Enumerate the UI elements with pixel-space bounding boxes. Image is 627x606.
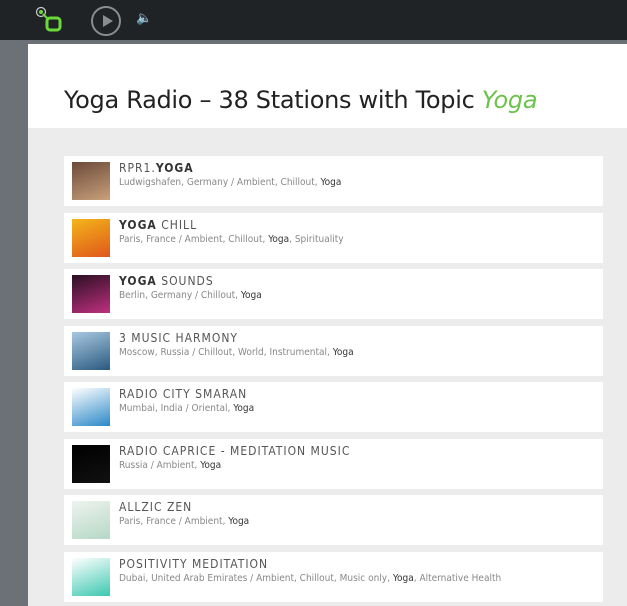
- station-item[interactable]: YOGA SOUNDS Berlin, Germany / Chillout, …: [64, 269, 603, 319]
- name-part: ALLZIC ZEN: [119, 500, 193, 514]
- station-item[interactable]: RPR1.YOGA Ludwigshafen, Germany / Ambien…: [64, 156, 603, 206]
- topic-tag[interactable]: Yoga: [233, 403, 254, 414]
- name-part: RADIO CITY SMARAN: [119, 387, 248, 401]
- station-logo[interactable]: [72, 162, 110, 200]
- station-name[interactable]: YOGA CHILL: [119, 218, 197, 232]
- topic-tag[interactable]: Yoga: [268, 234, 289, 245]
- name-part: RADIO CAPRICE - MEDITATION MUSIC: [119, 443, 351, 458]
- meta-text: Berlin, Germany / Chillout,: [119, 290, 241, 301]
- station-logo[interactable]: [72, 501, 110, 539]
- meta-text: Russia / Ambient,: [119, 459, 201, 471]
- radio-logo-icon[interactable]: [35, 5, 65, 35]
- topic-tag[interactable]: Yoga: [200, 460, 221, 471]
- station-meta: Moscow, Russia / Chillout, World, Instru…: [119, 347, 354, 358]
- name-part: SOUNDS: [156, 274, 214, 288]
- meta-text: , Spirituality: [289, 233, 344, 245]
- station-logo[interactable]: [72, 557, 110, 596]
- station-item[interactable]: RADIO CITY SMARAN Mumbai, India / Orient…: [64, 382, 603, 432]
- name-part: POSITIVITY MEDITATION: [119, 556, 269, 571]
- station-logo[interactable]: [72, 218, 110, 257]
- station-item[interactable]: POSITIVITY MEDITATION Dubai, United Arab…: [64, 551, 603, 602]
- station-name[interactable]: RADIO CITY SMARAN: [119, 387, 247, 401]
- topic-tag[interactable]: Yoga: [320, 177, 341, 188]
- main-content: Yoga Radio – 38 Stations with Topic Yoga…: [28, 44, 627, 606]
- title-topic: Yoga: [481, 86, 538, 114]
- station-meta: Paris, France / Ambient, Yoga: [119, 516, 249, 527]
- page-title: Yoga Radio – 38 Stations with Topic Yoga: [64, 86, 538, 114]
- station-item[interactable]: YOGA CHILL Paris, France / Ambient, Chil…: [64, 212, 603, 263]
- meta-text: Paris, France / Ambient, Chillout,: [119, 233, 269, 245]
- station-logo[interactable]: [72, 331, 110, 370]
- topic-tag[interactable]: Yoga: [393, 573, 414, 584]
- topic-tag[interactable]: Yoga: [241, 290, 262, 301]
- name-part: CHILL: [156, 217, 198, 232]
- meta-text: Dubai, United Arab Emirates / Ambient, C…: [119, 572, 393, 584]
- title-text: Yoga Radio – 38 Stations with Topic: [64, 86, 482, 114]
- station-meta: Mumbai, India / Oriental, Yoga: [119, 403, 254, 414]
- meta-text: Ludwigshafen, Germany / Ambient, Chillou…: [119, 177, 321, 188]
- name-part: RPR1.: [119, 161, 156, 175]
- name-highlight: YOGA: [119, 274, 157, 288]
- station-item[interactable]: RADIO CAPRICE - MEDITATION MUSIC Russia …: [64, 438, 603, 489]
- station-name[interactable]: RPR1.YOGA: [119, 161, 194, 175]
- station-name[interactable]: POSITIVITY MEDITATION: [119, 557, 268, 571]
- station-meta: Paris, France / Ambient, Chillout, Yoga,…: [119, 234, 344, 245]
- station-item[interactable]: ALLZIC ZEN Paris, France / Ambient, Yoga: [64, 495, 603, 545]
- station-name[interactable]: 3 MUSIC HARMONY: [119, 331, 238, 345]
- topic-tag[interactable]: Yoga: [333, 347, 354, 358]
- meta-text: , Alternative Health: [413, 572, 502, 584]
- station-logo[interactable]: [72, 444, 110, 483]
- player-bar: 🔈: [0, 0, 627, 40]
- station-name[interactable]: ALLZIC ZEN: [119, 500, 192, 514]
- station-meta: Russia / Ambient, Yoga: [119, 460, 221, 471]
- meta-text: Mumbai, India / Oriental,: [119, 403, 234, 414]
- volume-icon[interactable]: 🔈: [136, 11, 152, 26]
- station-name[interactable]: YOGA SOUNDS: [119, 274, 214, 288]
- topic-tag[interactable]: Yoga: [228, 516, 249, 527]
- station-meta: Dubai, United Arab Emirates / Ambient, C…: [119, 573, 501, 584]
- name-part: 3 MUSIC HARMONY: [119, 330, 239, 345]
- station-name[interactable]: RADIO CAPRICE - MEDITATION MUSIC: [119, 444, 350, 458]
- station-logo[interactable]: [72, 388, 110, 426]
- station-meta: Berlin, Germany / Chillout, Yoga: [119, 290, 262, 301]
- name-highlight: YOGA: [119, 217, 157, 232]
- name-highlight: YOGA: [155, 161, 194, 175]
- play-button[interactable]: [91, 6, 121, 36]
- meta-text: Paris, France / Ambient,: [119, 516, 229, 527]
- meta-text: Moscow, Russia / Chillout, World, Instru…: [119, 346, 333, 358]
- station-meta: Ludwigshafen, Germany / Ambient, Chillou…: [119, 177, 341, 188]
- station-logo[interactable]: [72, 275, 110, 313]
- page-header: Yoga Radio – 38 Stations with Topic Yoga: [28, 44, 627, 128]
- station-item[interactable]: 3 MUSIC HARMONY Moscow, Russia / Chillou…: [64, 325, 603, 376]
